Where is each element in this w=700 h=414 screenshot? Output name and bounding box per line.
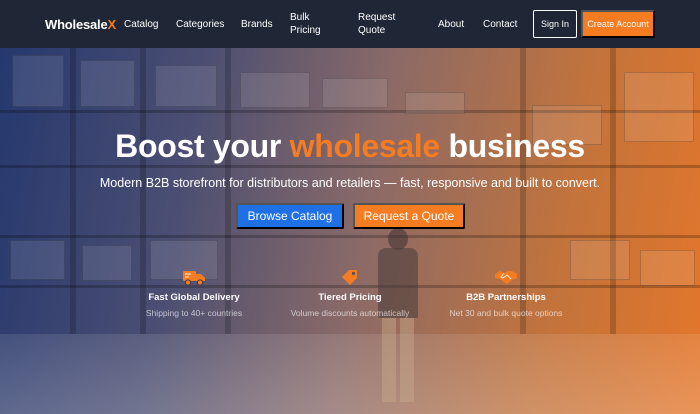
nav-link-request-quote[interactable]: Request Quote	[358, 0, 408, 48]
headline-accent: wholesale	[289, 128, 441, 164]
feature-delivery: Fast Global Delivery Shipping to 40+ cou…	[114, 268, 274, 318]
feature-description: Net 30 and bulk quote options	[449, 308, 563, 318]
create-account-button[interactable]: Create Account	[581, 10, 655, 38]
warehouse-background	[0, 0, 700, 414]
nav-link-categories[interactable]: Categories	[176, 0, 224, 48]
handshake-icon	[426, 268, 586, 288]
truck-icon	[114, 268, 274, 288]
feature-description: Volume discounts automatically	[290, 308, 410, 318]
nav-link-bulk-pricing[interactable]: Bulk Pricing	[290, 0, 334, 48]
headline-pre: Boost your	[115, 128, 290, 164]
feature-title: Tiered Pricing	[318, 292, 382, 303]
headline-post: business	[439, 128, 585, 164]
hero-section: WholesaleX Catalog Categories Brands Bul…	[0, 0, 700, 414]
nav-link-contact[interactable]: Contact	[483, 0, 517, 48]
brand-logo[interactable]: WholesaleX	[45, 17, 125, 32]
feature-partnerships: B2B Partnerships Net 30 and bulk quote o…	[426, 268, 586, 318]
hero-subheadline: Modern B2B storefront for distributors a…	[99, 176, 601, 190]
tag-icon	[270, 268, 430, 288]
nav-link-catalog[interactable]: Catalog	[124, 0, 158, 48]
feature-description: Shipping to 40+ countries	[145, 308, 243, 318]
nav-link-about[interactable]: About	[438, 0, 464, 48]
feature-title: B2B Partnerships	[466, 292, 546, 303]
sign-in-button[interactable]: Sign In	[533, 10, 577, 38]
top-navbar: WholesaleX Catalog Categories Brands Bul…	[0, 0, 700, 48]
request-quote-button[interactable]: Request a Quote	[353, 203, 465, 229]
feature-pricing: Tiered Pricing Volume discounts automati…	[270, 268, 430, 318]
feature-title: Fast Global Delivery	[148, 292, 240, 303]
hero-headline: Boost your wholesale business	[0, 128, 700, 165]
nav-link-brands[interactable]: Brands	[241, 0, 273, 48]
browse-catalog-button[interactable]: Browse Catalog	[236, 203, 344, 229]
